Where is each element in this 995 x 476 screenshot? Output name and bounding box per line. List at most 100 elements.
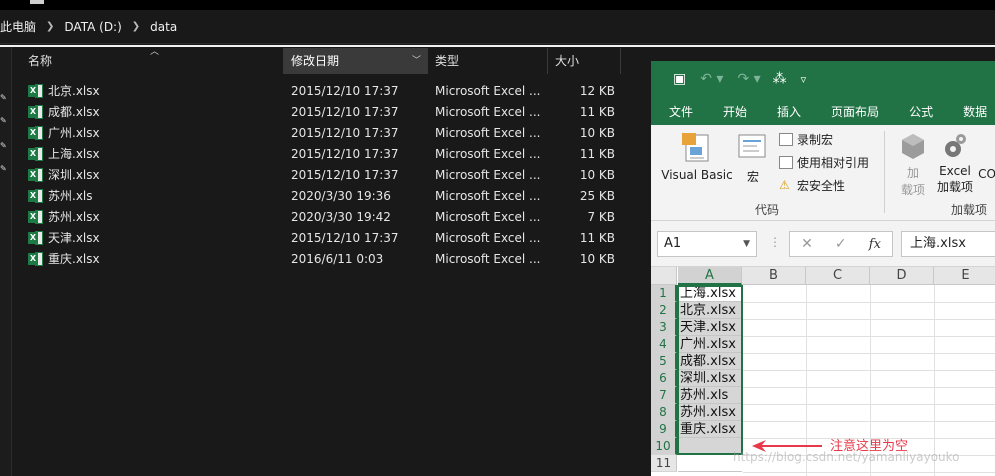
save-icon[interactable]: ▣ [673, 71, 686, 87]
row-header[interactable]: 9 [651, 421, 677, 438]
cell-a[interactable]: 北京.xlsx [678, 302, 742, 319]
file-name-cell[interactable]: X 苏州.xls [14, 187, 284, 204]
undo-icon[interactable]: ↶ ▾ [700, 71, 723, 87]
file-size: 11 KB [579, 230, 615, 245]
cell-a[interactable]: 上海.xlsx [678, 285, 742, 302]
excel-window: ▣ ↶ ▾ ↷ ▾ ⁂ ▿ 文件 开始 插入 页面布局 公式 数据 Visual Basi… [651, 61, 995, 476]
formula-input[interactable]: 上海.xlsx [901, 231, 995, 257]
group-label-addins: 加载项 [951, 203, 988, 217]
column-header-name[interactable]: ︿ 名称 [14, 47, 284, 74]
cell-a[interactable]: 苏州.xls [678, 387, 742, 404]
row-header[interactable]: 10 [651, 438, 677, 455]
navigation-pane[interactable]: ✎ ✎ ✎ ✎ [0, 47, 12, 476]
row-header[interactable]: 8 [651, 404, 677, 421]
excel-file-icon: X [28, 104, 44, 119]
chevron-right-icon[interactable]: ❯ [46, 21, 54, 32]
file-size: 11 KB [579, 104, 615, 119]
file-name-cell[interactable]: X 天津.xlsx [14, 229, 284, 246]
row-header[interactable]: 3 [651, 319, 677, 336]
column-header[interactable]: C [806, 267, 870, 285]
ribbon-tab[interactable]: 数据 [945, 103, 995, 120]
cell-a[interactable]: 天津.xlsx [678, 319, 742, 336]
column-header[interactable]: B [742, 267, 806, 285]
file-row[interactable]: X 成都.xlsx 2015/12/10 17:37 Microsoft Excel … [14, 101, 628, 122]
addins-icon [902, 134, 924, 159]
file-name-cell[interactable]: X 成都.xlsx [14, 103, 284, 120]
row-header[interactable]: 1 [651, 285, 677, 302]
chevron-down-icon[interactable]: ﹀ [412, 48, 421, 74]
relative-references-label: 使用相对引用 [797, 156, 870, 170]
addins-button[interactable]: 加 载项 [893, 131, 933, 198]
select-all-button[interactable] [651, 267, 677, 285]
insert-function-icon[interactable]: fx [869, 237, 881, 252]
row-header[interactable]: 7 [651, 387, 677, 404]
check-icon[interactable]: ✓ [835, 236, 847, 252]
column-header-date[interactable]: 修改日期 ﹀ [284, 48, 428, 74]
redo-icon[interactable]: ↷ ▾ [737, 71, 760, 87]
excel-file-icon: X [28, 146, 44, 161]
chevron-down-icon[interactable]: ▼ [743, 232, 750, 256]
breadcrumb-folder[interactable]: data [150, 20, 177, 34]
cell-a[interactable]: 广州.xlsx [678, 336, 742, 353]
ribbon-tab[interactable]: 插入 [759, 103, 813, 120]
breadcrumb-this-pc[interactable]: 此电脑 [0, 18, 36, 35]
file-name: 天津.xlsx [48, 231, 100, 245]
file-name-cell[interactable]: X 北京.xlsx [14, 82, 284, 99]
cell-a[interactable]: 苏州.xlsx [678, 404, 742, 421]
column-header-type[interactable]: 类型 [428, 48, 548, 74]
row-header[interactable]: 6 [651, 370, 677, 387]
row-header[interactable]: 5 [651, 353, 677, 370]
pin-icon[interactable]: ✎ [0, 165, 8, 173]
formula-bar-resize-icon[interactable]: ⋮ [769, 235, 781, 249]
row-header[interactable]: 2 [651, 302, 677, 319]
file-row[interactable]: X 广州.xlsx 2015/12/10 17:37 Microsoft Excel … [14, 122, 628, 143]
file-row[interactable]: X 上海.xlsx 2015/12/10 17:37 Microsoft Excel … [14, 143, 628, 164]
ribbon-tab[interactable]: 开始 [705, 103, 759, 120]
file-row[interactable]: X 天津.xlsx 2015/12/10 17:37 Microsoft Excel … [14, 227, 628, 248]
column-header[interactable]: E [934, 267, 995, 285]
column-header-size[interactable]: 大小 [548, 48, 621, 74]
file-row[interactable]: X 深圳.xlsx 2015/12/10 17:37 Microsoft Excel … [14, 164, 628, 185]
column-header-label: 修改日期 [291, 54, 340, 68]
column-header[interactable]: A [678, 267, 742, 285]
ribbon-tab[interactable]: 公式 [891, 103, 945, 120]
file-name-cell[interactable]: X 上海.xlsx [14, 145, 284, 162]
excel-addins-label-2: 加载项 [936, 180, 973, 194]
file-date: 2020/3/30 19:42 [291, 209, 391, 224]
cancel-icon[interactable]: ✕ [801, 236, 813, 252]
excel-file-icon: X [28, 167, 44, 182]
file-name-cell[interactable]: X 苏州.xlsx [14, 208, 284, 225]
excel-addins-button[interactable]: Excel 加载项 [933, 131, 977, 195]
row-header[interactable]: 4 [651, 336, 677, 353]
breadcrumb-drive[interactable]: DATA (D:) [64, 20, 121, 34]
cell-a[interactable]: 深圳.xlsx [678, 370, 742, 387]
cell-a[interactable]: 重庆.xlsx [678, 421, 742, 438]
pin-icon[interactable]: ✎ [0, 117, 8, 125]
row-header[interactable]: 11 [651, 455, 677, 472]
pin-icon[interactable]: ✎ [0, 94, 8, 102]
column-header[interactable]: D [870, 267, 934, 285]
cell-a[interactable]: 成都.xlsx [678, 353, 742, 370]
file-name-cell[interactable]: X 深圳.xlsx [14, 166, 284, 183]
ribbon-tab[interactable]: 页面布局 [813, 103, 891, 120]
file-row[interactable]: X 北京.xlsx 2015/12/10 17:37 Microsoft Excel … [14, 80, 628, 101]
macros-button[interactable]: 宏 [735, 131, 771, 185]
customize-toolbar-icon[interactable]: ▿ [801, 73, 807, 86]
file-row[interactable]: X 重庆.xlsx 2016/6/11 0:03 Microsoft Excel ..… [14, 248, 628, 269]
name-box[interactable]: A1 ▼ [657, 231, 757, 257]
macro-security-button[interactable]: ⚠ 宏安全性 [779, 177, 845, 194]
file-row[interactable]: X 苏州.xls 2020/3/30 19:36 Microsoft Excel ..… [14, 185, 628, 206]
worksheet-grid[interactable]: A B C D E 1 上海.xlsx 2 北京.xlsx 3 天津.xlsx 4 广州.xlsx 5 成都… [651, 267, 995, 476]
relative-references-button[interactable]: 使用相对引用 [779, 154, 869, 171]
record-macro-button[interactable]: 录制宏 [779, 131, 833, 148]
com-addins-button[interactable]: CO [977, 167, 995, 181]
chevron-right-icon[interactable]: ❯ [132, 21, 140, 32]
file-name-cell[interactable]: X 广州.xlsx [14, 124, 284, 141]
pin-icon[interactable]: ✎ [0, 142, 8, 150]
visual-basic-button[interactable]: Visual Basic [661, 131, 733, 182]
ribbon-tab[interactable]: 文件 [651, 103, 705, 120]
file-row[interactable]: X 苏州.xlsx 2020/3/30 19:42 Microsoft Excel .… [14, 206, 628, 227]
file-name: 北京.xlsx [48, 84, 100, 98]
file-name-cell[interactable]: X 重庆.xlsx [14, 250, 284, 267]
touch-mode-icon[interactable]: ⁂ [773, 71, 787, 87]
